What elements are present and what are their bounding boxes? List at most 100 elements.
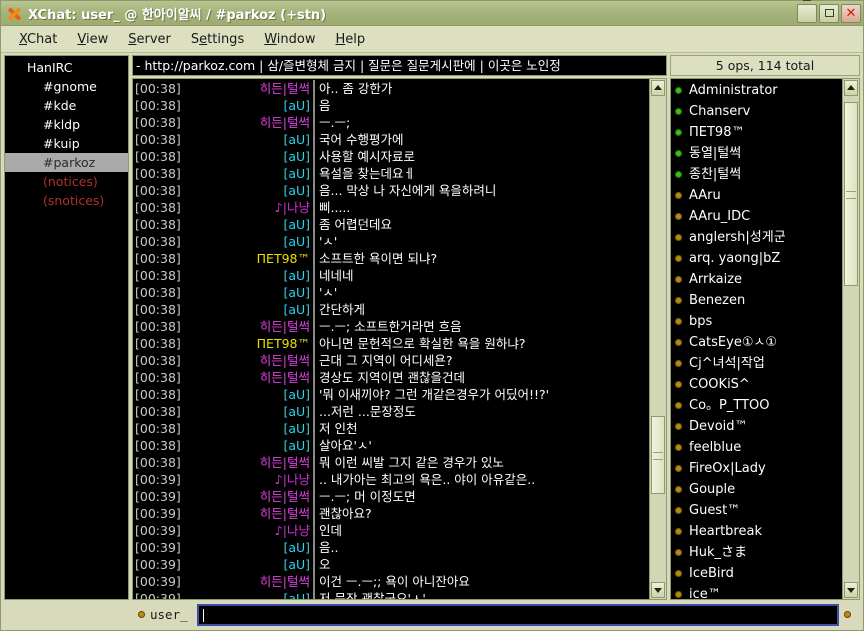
tree-server-hanirc[interactable]: HanIRC	[5, 58, 128, 77]
user-list-item[interactable]: Benezen	[671, 290, 842, 311]
tree-channel-snotices[interactable]: (snotices)	[5, 191, 128, 210]
chat-message: ㅡ.ㅡ;	[319, 115, 351, 130]
user-list-item[interactable]: Cj^녀석|작업	[671, 353, 842, 374]
user-list-item[interactable]: AAru_IDC	[671, 206, 842, 227]
topic-bar[interactable]: - http://parkoz.com | 삼/즐변형체 금지 | 질문은 질문…	[132, 55, 667, 76]
chat-nick[interactable]: ΠET98™	[191, 250, 313, 267]
user-list-item[interactable]: anglersh|성게군	[671, 227, 842, 248]
chat-log[interactable]: [00:38] 히든|털썩 아.. 좀 강한가 [00:38] [aU] 음 [00:38]…	[132, 78, 649, 600]
channel-tree[interactable]: HanIRC #gnome #kde #kldp #kuip #parkoz (notic…	[4, 55, 129, 600]
user-list-item[interactable]: Guest™	[671, 500, 842, 521]
tree-channel-parkoz[interactable]: #parkoz	[5, 153, 128, 172]
userlist-scroll-down-button[interactable]	[844, 582, 858, 598]
chat-nick[interactable]: [aU]	[191, 216, 313, 233]
user-list-item[interactable]: 동열|털썩	[671, 143, 842, 164]
user-list-item[interactable]: IceBird	[671, 563, 842, 584]
chat-nick[interactable]: [aU]	[191, 148, 313, 165]
chat-nick[interactable]: [aU]	[191, 131, 313, 148]
chat-nick[interactable]: [aU]	[191, 420, 313, 437]
user-list-item[interactable]: Gouple	[671, 479, 842, 500]
user-list-item[interactable]: Arrkaize	[671, 269, 842, 290]
tree-channel-kde[interactable]: #kde	[5, 96, 128, 115]
chat-nick[interactable]: [aU]	[191, 182, 313, 199]
current-nick[interactable]: user_	[136, 607, 192, 622]
chat-nick[interactable]: 히든|털썩	[191, 80, 313, 97]
chat-nick[interactable]: 히든|털썩	[191, 318, 313, 335]
user-list-item[interactable]: Administrator	[671, 80, 842, 101]
chat-nick[interactable]: 히든|털썩	[191, 352, 313, 369]
ops-count-label: 5 ops, 114 total	[670, 55, 860, 76]
user-name: AAru	[689, 188, 721, 203]
tree-channel-gnome[interactable]: #gnome	[5, 77, 128, 96]
chat-scroll-up-button[interactable]	[651, 80, 665, 96]
userlist-scrollbar[interactable]	[842, 78, 860, 600]
menu-item-settings[interactable]: Settings	[181, 30, 254, 49]
menu-item-window[interactable]: Window	[254, 30, 325, 49]
userlist-scroll-thumb[interactable]	[844, 101, 858, 286]
chat-nick[interactable]: 히든|털썩	[191, 573, 313, 590]
menu-item-view[interactable]: View	[67, 30, 118, 49]
chat-nick[interactable]: 히든|털썩	[191, 369, 313, 386]
user-list-item[interactable]: 종찬|털썩	[671, 164, 842, 185]
user-list-item[interactable]: ΠET98™	[671, 122, 842, 143]
chat-nick[interactable]: [aU]	[191, 233, 313, 250]
chat-nick[interactable]: [aU]	[191, 403, 313, 420]
user-name: FireOx|Lady	[689, 461, 766, 476]
chat-nick[interactable]: ♪|나냥	[191, 522, 313, 539]
close-button[interactable]: ✕	[841, 3, 861, 23]
menu-item-server[interactable]: Server	[118, 30, 181, 49]
user-list-item[interactable]: AAru	[671, 185, 842, 206]
chat-timestamp: [00:38]	[135, 353, 181, 368]
chat-nick[interactable]: [aU]	[191, 284, 313, 301]
chat-scroll-down-button[interactable]	[651, 582, 665, 598]
chat-nick[interactable]: 히든|털썩	[191, 114, 313, 131]
chat-line: [00:38] [aU] 간단하게	[133, 301, 649, 318]
userlist-scroll-up-button[interactable]	[844, 80, 858, 96]
user-list-item[interactable]: CatsEye①ㅅ①	[671, 332, 842, 353]
chat-scrollbar[interactable]	[649, 78, 667, 600]
chat-scroll-thumb[interactable]	[651, 416, 665, 494]
chat-nick[interactable]: [aU]	[191, 165, 313, 182]
maximize-button[interactable]	[819, 3, 839, 23]
chat-timestamp: [00:38]	[135, 336, 181, 351]
chat-nick[interactable]: [aU]	[191, 267, 313, 284]
tree-channel-kldp[interactable]: #kldp	[5, 115, 128, 134]
user-list-item[interactable]: arq. yaong|bZ	[671, 248, 842, 269]
chat-nick[interactable]: [aU]	[191, 437, 313, 454]
user-list-item[interactable]: Heartbreak	[671, 521, 842, 542]
user-list-item[interactable]: Chanserv	[671, 101, 842, 122]
chat-nick[interactable]: [aU]	[191, 97, 313, 114]
chat-nick[interactable]: [aU]	[191, 590, 313, 599]
nick-separator	[313, 165, 315, 182]
chat-nick[interactable]: 히든|털썩	[191, 505, 313, 522]
user-list[interactable]: Administrator Chanserv ΠET98™ 동열|털썩 종찬|털썩 AAr…	[670, 78, 842, 600]
chat-message: 소프트한 욕이면 되냐?	[319, 251, 438, 266]
user-list-item[interactable]: Huk_さま	[671, 542, 842, 563]
chat-nick[interactable]: [aU]	[191, 301, 313, 318]
tree-channel-notices[interactable]: (notices)	[5, 172, 128, 191]
chat-nick[interactable]: ΠET98™	[191, 335, 313, 352]
user-list-item[interactable]: Co。P_TTOO	[671, 395, 842, 416]
tree-channel-kuip[interactable]: #kuip	[5, 134, 128, 153]
user-list-item[interactable]: COOKiS^	[671, 374, 842, 395]
user-list-item[interactable]: ice™	[671, 584, 842, 599]
chat-scroll-track[interactable]	[651, 97, 665, 581]
input-bar: user_	[1, 600, 863, 630]
chat-nick[interactable]: [aU]	[191, 539, 313, 556]
user-list-item[interactable]: FireOx|Lady	[671, 458, 842, 479]
message-input[interactable]	[196, 603, 839, 626]
userlist-scroll-track[interactable]	[844, 97, 858, 581]
user-list-item[interactable]: feelblue	[671, 437, 842, 458]
chat-nick[interactable]: ♪|나냥	[191, 199, 313, 216]
menu-item-xchat[interactable]: XChat	[9, 30, 67, 49]
user-list-item[interactable]: Devoid™	[671, 416, 842, 437]
user-list-item[interactable]: bps	[671, 311, 842, 332]
chat-line: [00:38] [aU] ...저런 ...문장정도	[133, 403, 649, 420]
chat-nick[interactable]: 히든|털썩	[191, 454, 313, 471]
chat-nick[interactable]: ♪|나냥	[191, 471, 313, 488]
chat-nick[interactable]: [aU]	[191, 556, 313, 573]
chat-nick[interactable]: 히든|털썩	[191, 488, 313, 505]
minimize-button[interactable]	[797, 0, 817, 23]
chat-nick[interactable]: [aU]	[191, 386, 313, 403]
menu-item-help[interactable]: Help	[326, 30, 376, 49]
